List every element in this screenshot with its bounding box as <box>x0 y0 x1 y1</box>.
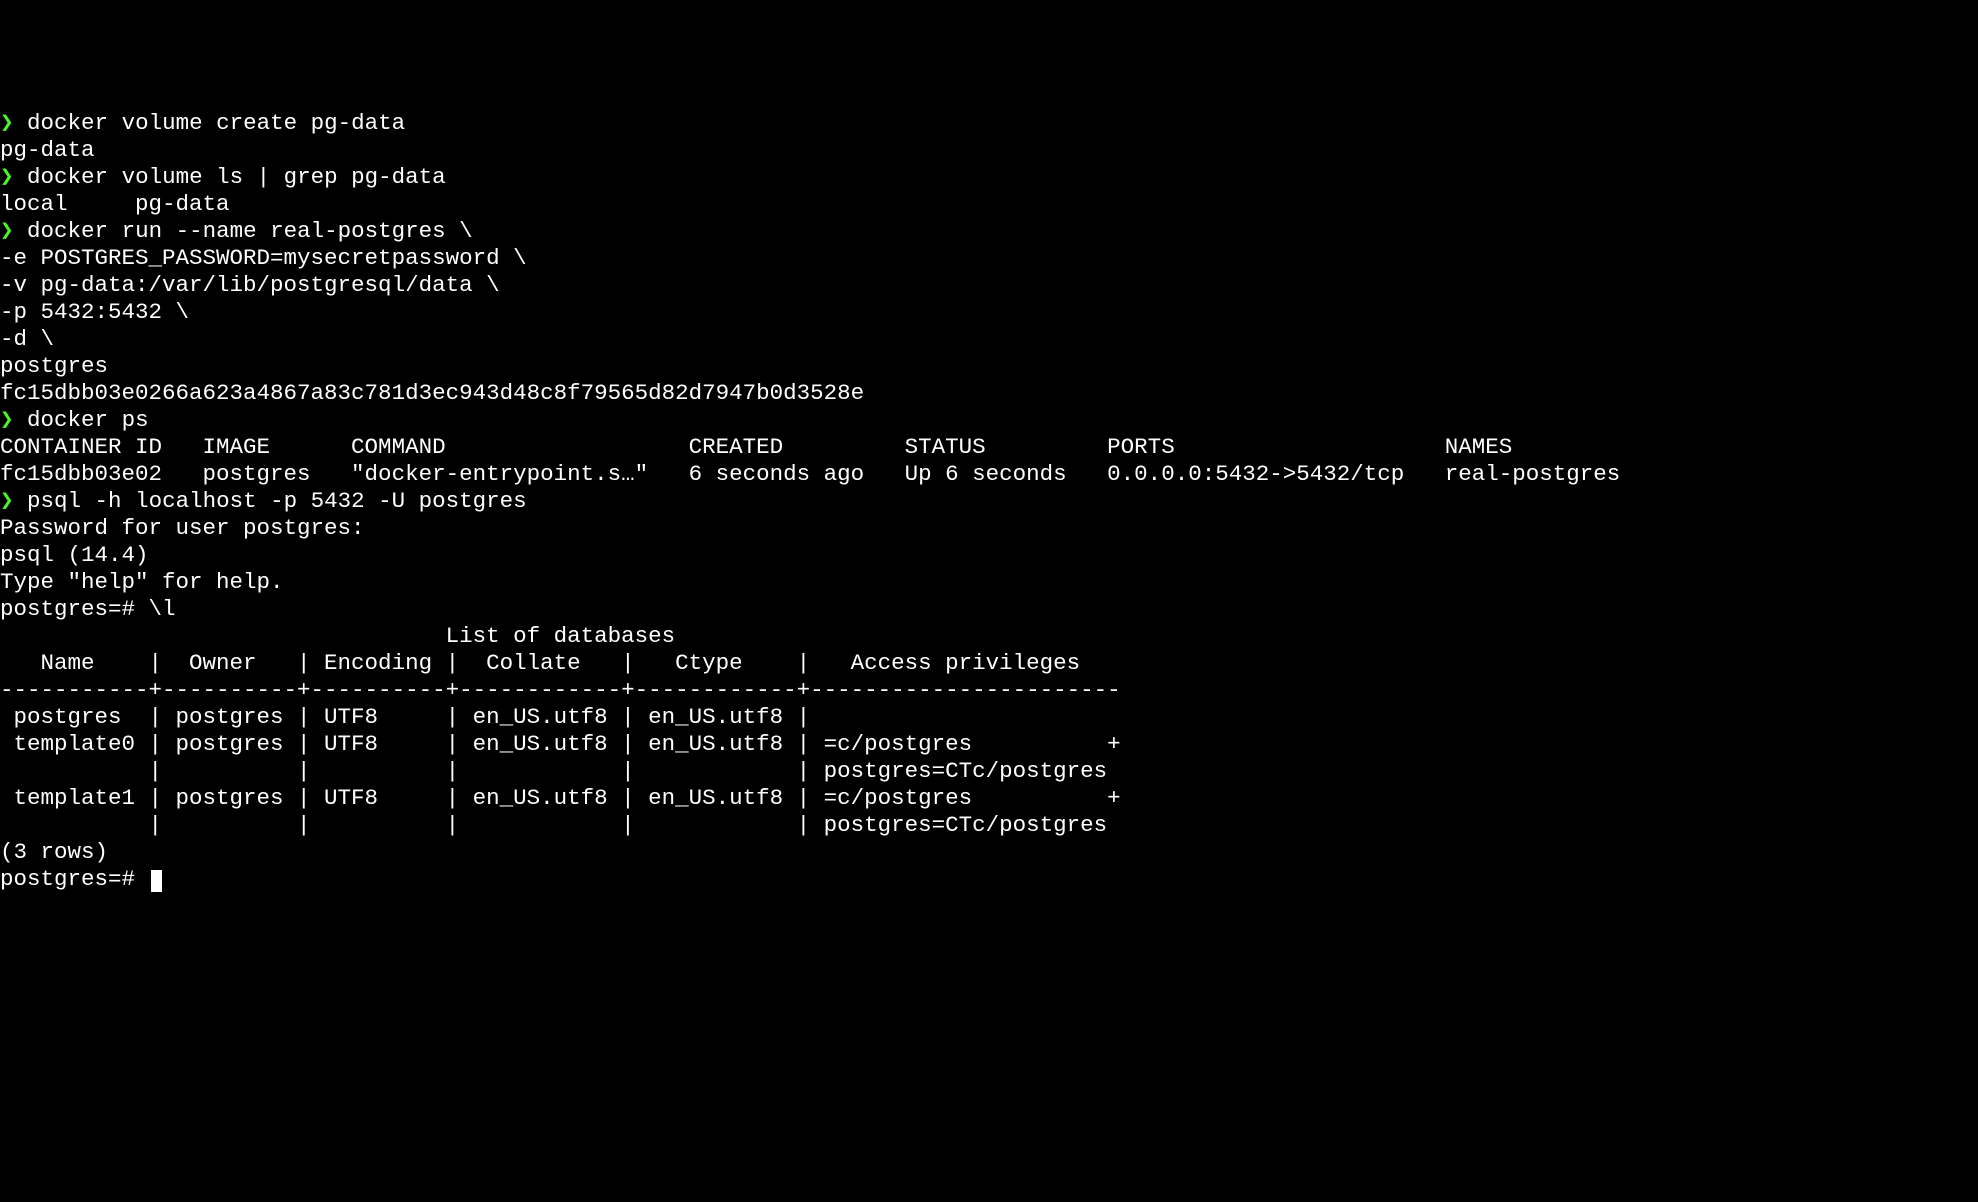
command-text: docker run --name real-postgres \ <box>14 218 473 244</box>
table-header: Name | Owner | Encoding | Collate | Ctyp… <box>0 650 1978 677</box>
table-row: fc15dbb03e02 postgres "docker-entrypoint… <box>0 461 1978 488</box>
command-continuation: -v pg-data:/var/lib/postgresql/data \ <box>0 272 1978 299</box>
shell-prompt: ❯ <box>0 164 14 190</box>
shell-prompt: ❯ <box>0 407 14 433</box>
psql-prompt: postgres=# <box>0 866 149 892</box>
table-title: List of databases <box>0 623 1978 650</box>
command-continuation: -d \ <box>0 326 1978 353</box>
output-line: fc15dbb03e0266a623a4867a83c781d3ec943d48… <box>0 380 1978 407</box>
command-text: docker ps <box>14 407 149 433</box>
output-line: psql (14.4) <box>0 542 1978 569</box>
command-line: ❯ psql -h localhost -p 5432 -U postgres <box>0 488 1978 515</box>
psql-command: postgres=# \l <box>0 596 1978 623</box>
command-line: ❯ docker volume create pg-data <box>0 110 1978 137</box>
table-row: postgres | postgres | UTF8 | en_US.utf8 … <box>0 704 1978 731</box>
command-line: ❯ docker volume ls | grep pg-data <box>0 164 1978 191</box>
output-line: local pg-data <box>0 191 1978 218</box>
psql-prompt-line: postgres=# <box>0 866 1978 893</box>
shell-prompt: ❯ <box>0 218 14 244</box>
command-continuation: -e POSTGRES_PASSWORD=mysecretpassword \ <box>0 245 1978 272</box>
row-count: (3 rows) <box>0 839 1978 866</box>
table-row: | | | | | postgres=CTc/postgres <box>0 812 1978 839</box>
command-text: docker volume create pg-data <box>14 110 406 136</box>
shell-prompt: ❯ <box>0 488 14 514</box>
table-divider: -----------+----------+----------+------… <box>0 677 1978 704</box>
table-row: template1 | postgres | UTF8 | en_US.utf8… <box>0 785 1978 812</box>
command-text: docker volume ls | grep pg-data <box>14 164 446 190</box>
table-row: | | | | | postgres=CTc/postgres <box>0 758 1978 785</box>
terminal-output[interactable]: ❯ docker volume create pg-datapg-data❯ d… <box>0 110 1978 893</box>
command-continuation: -p 5432:5432 \ <box>0 299 1978 326</box>
command-text: psql -h localhost -p 5432 -U postgres <box>14 488 527 514</box>
output-line: Type "help" for help. <box>0 569 1978 596</box>
shell-prompt: ❯ <box>0 110 14 136</box>
output-line: pg-data <box>0 137 1978 164</box>
cursor-icon[interactable] <box>151 870 162 892</box>
command-line: ❯ docker ps <box>0 407 1978 434</box>
command-line: ❯ docker run --name real-postgres \ <box>0 218 1978 245</box>
table-row: template0 | postgres | UTF8 | en_US.utf8… <box>0 731 1978 758</box>
output-line: Password for user postgres: <box>0 515 1978 542</box>
command-continuation: postgres <box>0 353 1978 380</box>
table-header: CONTAINER ID IMAGE COMMAND CREATED STATU… <box>0 434 1978 461</box>
